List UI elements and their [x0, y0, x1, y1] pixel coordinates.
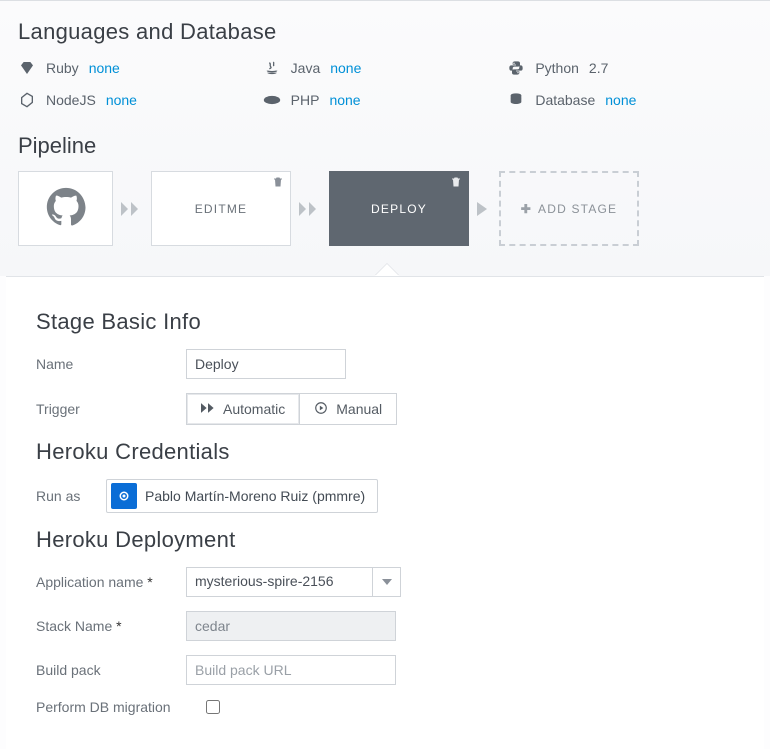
stage-name-input[interactable] [186, 349, 346, 379]
trigger-auto-label: Automatic [223, 401, 285, 417]
lang-value-link[interactable]: none [330, 60, 361, 76]
add-stage-label: ADD STAGE [538, 202, 617, 216]
python-icon [507, 59, 525, 77]
play-circle-icon [314, 401, 328, 418]
buildpack-input[interactable] [186, 655, 396, 685]
app-name-value: mysterious-spire-2156 [187, 568, 372, 596]
lang-label: Ruby [46, 60, 79, 76]
trash-icon[interactable] [450, 176, 462, 191]
pipeline-connector-icon [121, 200, 143, 218]
java-icon [263, 59, 281, 77]
stage-label: DEPLOY [371, 202, 427, 216]
app-name-label: Application name [36, 574, 186, 590]
runas-user-chip[interactable]: Pablo Martín-Moreno Ruiz (pmmre) [106, 479, 378, 513]
lang-label: Database [535, 92, 595, 108]
pipeline-stage-source[interactable] [18, 171, 113, 246]
lang-java: Java none [263, 59, 508, 77]
pipeline-connector-icon [299, 200, 321, 218]
trigger-toggle: Automatic Manual [186, 393, 397, 425]
stack-name-label: Stack Name [36, 618, 186, 634]
name-label: Name [36, 356, 186, 372]
config-header-area: Languages and Database Ruby none Java no… [0, 0, 770, 276]
chevron-down-icon[interactable] [372, 568, 400, 596]
lang-php: PHP none [263, 91, 508, 109]
pipeline-add-stage[interactable]: ✚ ADD STAGE [499, 171, 639, 246]
database-icon [507, 91, 525, 109]
lang-value-link[interactable]: none [89, 60, 120, 76]
lang-value-link[interactable]: none [329, 92, 360, 108]
lang-label: PHP [291, 92, 320, 108]
pipeline-stage-deploy[interactable]: DEPLOY [329, 171, 469, 246]
stage-basic-info-title: Stage Basic Info [36, 309, 734, 335]
lang-nodejs: NodeJS none [18, 91, 263, 109]
github-icon [46, 187, 86, 230]
stack-name-input [186, 611, 396, 641]
lang-value-link[interactable]: none [106, 92, 137, 108]
db-migration-checkbox[interactable] [206, 700, 220, 714]
lang-value-link[interactable]: none [605, 92, 636, 108]
pipeline-row: EDITME DEPLOY ✚ ADD STAGE [18, 171, 752, 246]
trigger-manual-label: Manual [336, 401, 382, 417]
lang-ruby: Ruby none [18, 59, 263, 77]
fast-forward-icon [201, 401, 215, 417]
db-migration-label: Perform DB migration [36, 699, 206, 715]
trigger-label: Trigger [36, 401, 186, 417]
runas-user-name: Pablo Martín-Moreno Ruiz (pmmre) [145, 488, 365, 504]
trigger-automatic-button[interactable]: Automatic [186, 393, 300, 425]
stage-label: EDITME [195, 202, 248, 216]
lang-label: Python [535, 60, 579, 76]
trash-icon[interactable] [272, 176, 284, 191]
runas-label: Run as [36, 488, 106, 504]
lang-label: Java [291, 60, 321, 76]
gem-icon [18, 59, 36, 77]
lang-value: 2.7 [589, 60, 608, 76]
pipeline-stage-editme[interactable]: EDITME [151, 171, 291, 246]
user-avatar-icon [111, 483, 137, 509]
heroku-creds-title: Heroku Credentials [36, 439, 734, 465]
nodejs-icon [18, 91, 36, 109]
app-name-select[interactable]: mysterious-spire-2156 [186, 567, 401, 597]
plus-icon: ✚ [521, 202, 532, 216]
lang-database: Database none [507, 91, 752, 109]
pipeline-connector-icon [477, 200, 491, 218]
pipeline-title: Pipeline [18, 133, 752, 159]
languages-title: Languages and Database [18, 19, 752, 45]
heroku-deploy-title: Heroku Deployment [36, 527, 734, 553]
languages-grid: Ruby none Java none Python 2.7 NodeJS no… [18, 59, 752, 109]
buildpack-label: Build pack [36, 662, 186, 678]
lang-label: NodeJS [46, 92, 96, 108]
stage-detail-panel: Stage Basic Info Name Trigger Automatic [6, 276, 764, 749]
lang-python: Python 2.7 [507, 59, 752, 77]
trigger-manual-button[interactable]: Manual [300, 393, 397, 425]
php-icon [263, 91, 281, 109]
selected-stage-pointer [375, 264, 399, 276]
